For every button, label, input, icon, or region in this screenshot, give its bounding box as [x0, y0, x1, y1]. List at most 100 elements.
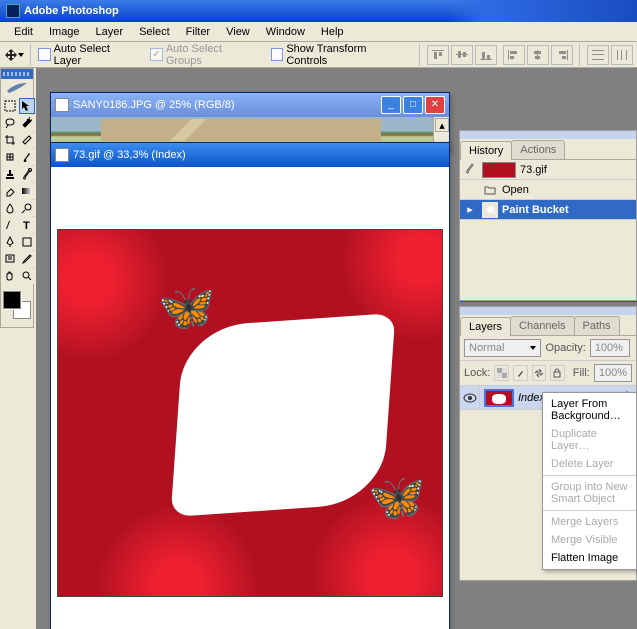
distribute-1[interactable]: [587, 45, 609, 65]
open-step-icon: [482, 182, 498, 198]
ctx-layer-from-bg[interactable]: Layer From Background…: [543, 395, 636, 425]
blend-mode-select[interactable]: Normal: [464, 339, 541, 357]
align-vcenter[interactable]: [451, 45, 473, 65]
auto-select-layer-option[interactable]: Auto Select Layer: [38, 43, 138, 67]
brush-tool[interactable]: [19, 149, 35, 165]
align-top-edges[interactable]: [427, 45, 449, 65]
history-panel: History Actions 73.gif Open ▸ Paint Buck…: [459, 130, 637, 301]
window-title-bar[interactable]: SANY0186.JPG @ 25% (RGB/8) _ □ ✕: [51, 93, 449, 117]
panel-grip[interactable]: [460, 131, 636, 139]
menu-layer[interactable]: Layer: [88, 24, 132, 40]
options-bar: Auto Select Layer Auto Select Groups Sho…: [0, 42, 637, 68]
slice-tool[interactable]: [19, 132, 35, 148]
app-title-bar: Adobe Photoshop: [0, 0, 637, 22]
visibility-toggle-icon[interactable]: [460, 386, 480, 409]
distribute-2[interactable]: [611, 45, 633, 65]
tab-history[interactable]: History: [460, 141, 512, 160]
window-title-bar[interactable]: 73.gif @ 33,3% (Index): [51, 143, 449, 167]
menu-image[interactable]: Image: [41, 24, 88, 40]
hand-tool[interactable]: [2, 268, 18, 284]
ctx-group-into: Group into New Smart Object: [543, 478, 636, 508]
snapshot-name: 73.gif: [520, 164, 547, 176]
svg-text:T: T: [23, 220, 30, 231]
history-pointer-icon: ▸: [462, 203, 478, 216]
align-right-edges[interactable]: [551, 45, 573, 65]
bucket-step-icon: [482, 202, 498, 218]
align-group-1: [427, 45, 497, 65]
color-swatches[interactable]: [1, 285, 33, 327]
crop-tool[interactable]: [2, 132, 18, 148]
history-step-paintbucket[interactable]: ▸ Paint Bucket: [460, 200, 636, 220]
ctx-flatten[interactable]: Flatten Image: [543, 549, 636, 567]
type-tool[interactable]: T: [19, 217, 35, 233]
tab-paths[interactable]: Paths: [574, 316, 620, 335]
stamp-tool[interactable]: [2, 166, 18, 182]
path-tool[interactable]: [2, 217, 18, 233]
tab-actions[interactable]: Actions: [511, 140, 565, 159]
layer-name[interactable]: Index: [518, 392, 545, 404]
move-tool[interactable]: [19, 98, 35, 114]
tab-channels[interactable]: Channels: [510, 316, 574, 335]
wand-tool[interactable]: [19, 115, 35, 131]
align-hcenter[interactable]: [527, 45, 549, 65]
layer-thumbnail[interactable]: [484, 389, 514, 407]
tab-layers[interactable]: Layers: [460, 317, 511, 336]
lock-pixels-icon[interactable]: [513, 365, 528, 381]
ctx-duplicate-layer: Duplicate Layer…: [543, 425, 636, 455]
healing-tool[interactable]: [2, 149, 18, 165]
panel-grip[interactable]: [460, 307, 636, 315]
butterfly-graphic: 🦋: [368, 470, 425, 525]
snapshot-thumb: [482, 162, 516, 178]
marquee-tool[interactable]: [2, 98, 18, 114]
history-step-open[interactable]: Open: [460, 180, 636, 200]
eyedropper-tool[interactable]: [19, 251, 35, 267]
document-icon: [55, 98, 69, 112]
align-left-edges[interactable]: [503, 45, 525, 65]
close-button[interactable]: ✕: [425, 96, 445, 114]
notes-tool[interactable]: [2, 251, 18, 267]
foreground-color-swatch[interactable]: [3, 291, 21, 309]
align-bottom-edges[interactable]: [475, 45, 497, 65]
shape-tool[interactable]: [19, 234, 35, 250]
window-title-text: SANY0186.JPG @ 25% (RGB/8): [73, 99, 235, 111]
current-tool-icon[interactable]: [4, 45, 24, 65]
ctx-delete-layer: Delete Layer: [543, 455, 636, 473]
toolbox: T: [0, 68, 34, 328]
minimize-button[interactable]: _: [381, 96, 401, 114]
lock-all-icon[interactable]: [550, 365, 565, 381]
show-transform-option[interactable]: Show Transform Controls: [271, 43, 407, 67]
lock-label: Lock:: [464, 367, 490, 379]
align-group-2: [503, 45, 573, 65]
auto-select-groups-option: Auto Select Groups: [150, 43, 259, 67]
butterfly-graphic: 🦋: [158, 280, 215, 335]
fill-value[interactable]: 100%: [594, 364, 632, 382]
pen-tool[interactable]: [2, 234, 18, 250]
menu-window[interactable]: Window: [258, 24, 313, 40]
lasso-tool[interactable]: [2, 115, 18, 131]
fill-label: Fill:: [573, 367, 590, 379]
menu-help[interactable]: Help: [313, 24, 352, 40]
history-snapshot-row[interactable]: 73.gif: [460, 160, 636, 180]
ctx-merge-visible: Merge Visible: [543, 531, 636, 549]
gradient-tool[interactable]: [19, 183, 35, 199]
blur-tool[interactable]: [2, 200, 18, 216]
document-canvas[interactable]: 🦋 🦋: [57, 229, 443, 597]
dodge-tool[interactable]: [19, 200, 35, 216]
menu-edit[interactable]: Edit: [6, 24, 41, 40]
toolbox-grip[interactable]: [1, 69, 33, 79]
document-window-73gif[interactable]: 73.gif @ 33,3% (Index) 🦋 🦋: [50, 142, 450, 629]
eraser-tool[interactable]: [2, 183, 18, 199]
maximize-button[interactable]: □: [403, 96, 423, 114]
lock-transparency-icon[interactable]: [494, 365, 509, 381]
zoom-tool[interactable]: [19, 268, 35, 284]
brush-source-icon[interactable]: [462, 162, 478, 177]
opacity-value[interactable]: 100%: [590, 339, 630, 357]
menu-filter[interactable]: Filter: [178, 24, 218, 40]
app-icon: [6, 4, 20, 18]
history-brush-tool[interactable]: [19, 166, 35, 182]
menu-view[interactable]: View: [218, 24, 258, 40]
distribute-group: [587, 45, 633, 65]
menu-select[interactable]: Select: [131, 24, 178, 40]
lock-position-icon[interactable]: [532, 365, 547, 381]
ctx-merge-layers: Merge Layers: [543, 513, 636, 531]
